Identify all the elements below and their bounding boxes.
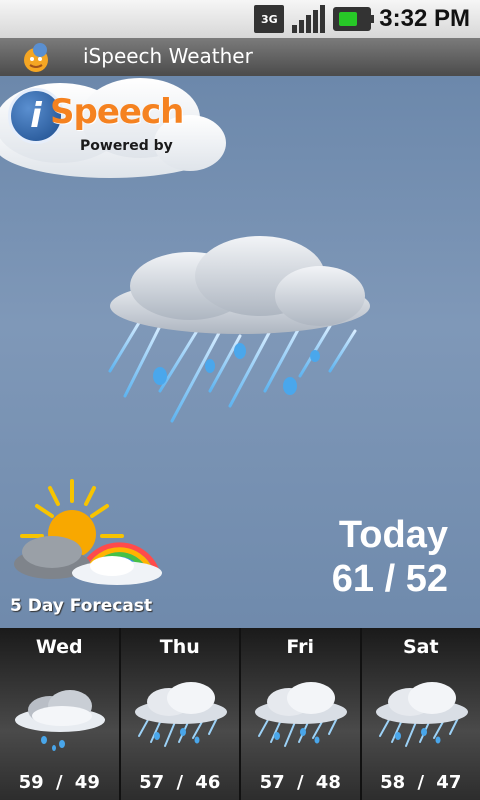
forecast-day-thu[interactable]: Thu 57 / 46 [121,628,241,800]
day-temperatures: 57 / 48 [259,772,341,793]
day-temperatures: 59 / 49 [18,772,100,793]
network-type-icon: 3G [254,5,285,33]
ispeech-logo[interactable]: i Speech Powered by [8,88,184,158]
day-temperatures: 57 / 46 [139,772,221,793]
app-title-bar: iSpeech Weather [0,38,480,78]
forecast-day-fri[interactable]: Fri 57 / 48 [241,628,362,800]
signal-strength-icon [292,5,326,33]
forecast-day-sat[interactable]: Sat 58 / 47 [362,628,480,800]
status-time: 3:32 PM [379,5,470,32]
day-name: Sat [402,636,439,658]
rain-cloud-icon [134,682,227,747]
status-bar: 3G 3:32 PM [0,0,480,38]
rain-cloud-icon [255,682,347,747]
five-day-forecast-label[interactable]: 5 Day Forecast [10,596,152,616]
day-name: Wed [35,636,83,658]
ispeech-logo-text: Speech [50,92,184,132]
sun-cloud-rainbow-icon[interactable] [12,476,172,591]
current-weather-panel: i Speech Powered by 5 Day Forecast Today… [0,76,480,628]
rain-cloud-icon [108,236,370,423]
light-rain-cloud-icon [15,690,105,751]
forecast-strip: Wed 59 / 49 Thu 57 / 46 Fri 57 / 48 Sat … [0,628,480,800]
day-name: Thu [159,636,200,658]
day-name: Fri [286,636,315,658]
today-temperatures: 61 / 52 [331,558,448,600]
rain-cloud-icon [375,682,468,747]
powered-by-label: Powered by [80,138,173,154]
app-title: iSpeech Weather [83,44,253,68]
battery-icon [333,7,375,31]
day-temperatures: 58 / 47 [380,772,462,793]
forecast-day-wed[interactable]: Wed 59 / 49 [0,628,121,800]
status-icons: 3G 3:32 PM [254,3,470,35]
app-icon [24,43,48,72]
today-label: Today [338,514,448,556]
